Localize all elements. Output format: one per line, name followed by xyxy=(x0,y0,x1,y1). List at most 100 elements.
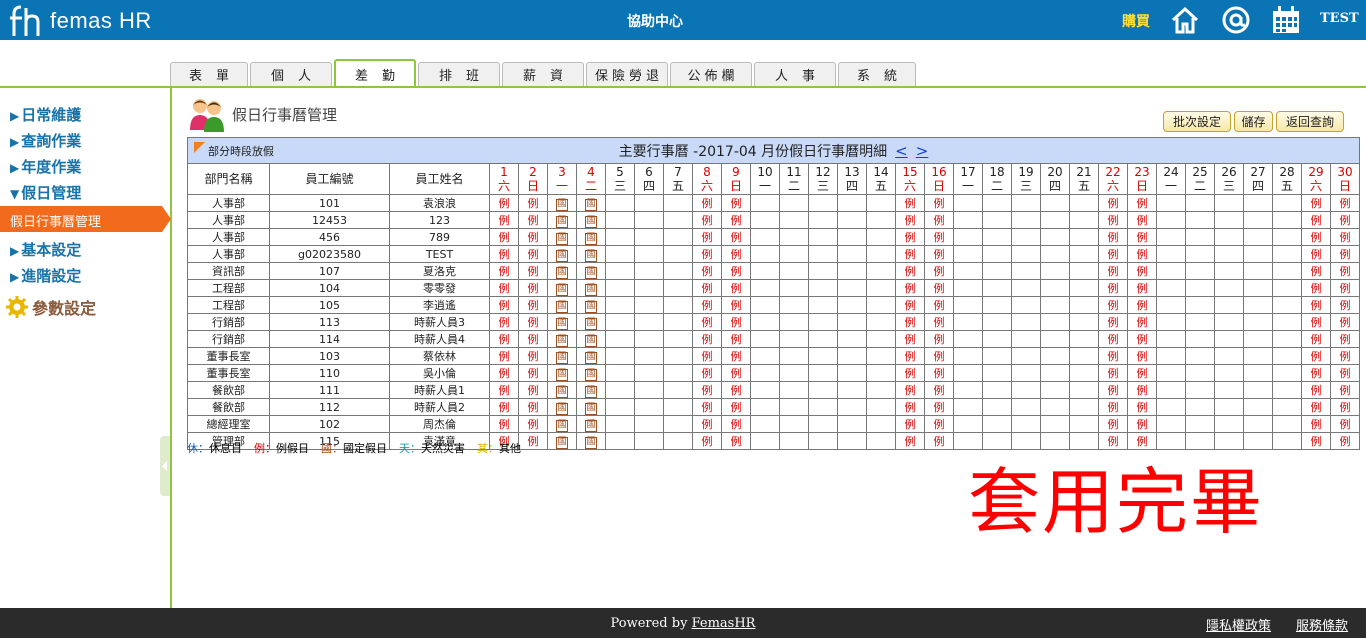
day-cell[interactable] xyxy=(808,279,838,297)
tab-personnel[interactable]: 人事 xyxy=(754,62,836,86)
day-cell[interactable] xyxy=(634,432,664,450)
day-cell[interactable]: 例 xyxy=(1127,398,1157,416)
day-cell[interactable] xyxy=(1185,245,1215,263)
day-cell[interactable] xyxy=(1272,262,1302,280)
day-cell[interactable]: 例 xyxy=(895,245,925,263)
day-cell[interactable]: 例 xyxy=(1330,347,1360,365)
day-cell[interactable]: 國 xyxy=(547,330,577,348)
day-cell[interactable]: 例 xyxy=(895,398,925,416)
day-cell[interactable] xyxy=(750,279,780,297)
day-cell[interactable] xyxy=(837,364,867,382)
day-cell[interactable]: 例 xyxy=(489,228,519,246)
day-cell[interactable]: 國 xyxy=(547,296,577,314)
day-cell[interactable]: 例 xyxy=(721,245,751,263)
day-cell[interactable]: 國 xyxy=(576,313,606,331)
day-cell[interactable] xyxy=(808,398,838,416)
day-cell[interactable] xyxy=(663,415,693,433)
day-cell[interactable]: 例 xyxy=(692,364,722,382)
day-cell[interactable]: 例 xyxy=(1127,194,1157,212)
day-cell[interactable]: 例 xyxy=(1127,330,1157,348)
day-cell[interactable] xyxy=(1011,228,1041,246)
day-cell[interactable] xyxy=(1243,347,1273,365)
day-cell[interactable] xyxy=(837,415,867,433)
day-cell[interactable] xyxy=(808,347,838,365)
day-cell[interactable] xyxy=(982,364,1012,382)
day-cell[interactable] xyxy=(1156,398,1186,416)
partial-holiday-label[interactable]: 部分時段放假 xyxy=(208,143,274,159)
day-cell[interactable] xyxy=(1272,279,1302,297)
day-cell[interactable] xyxy=(663,211,693,229)
day-cell[interactable]: 例 xyxy=(1301,296,1331,314)
day-cell[interactable] xyxy=(605,313,635,331)
day-cell[interactable]: 例 xyxy=(692,330,722,348)
day-cell[interactable]: 例 xyxy=(1330,432,1360,450)
day-cell[interactable] xyxy=(1069,211,1099,229)
day-cell[interactable]: 例 xyxy=(1098,245,1128,263)
day-cell[interactable] xyxy=(1156,415,1186,433)
day-cell[interactable] xyxy=(1185,296,1215,314)
day-cell[interactable] xyxy=(605,228,635,246)
day-cell[interactable] xyxy=(779,398,809,416)
day-cell[interactable]: 例 xyxy=(489,415,519,433)
day-cell[interactable] xyxy=(808,364,838,382)
day-cell[interactable] xyxy=(1214,347,1244,365)
tab-bulletin[interactable]: 公佈欄 xyxy=(670,62,752,86)
day-cell[interactable]: 國 xyxy=(547,364,577,382)
day-cell[interactable] xyxy=(634,364,664,382)
day-cell[interactable]: 例 xyxy=(721,228,751,246)
day-cell[interactable] xyxy=(1243,415,1273,433)
day-cell[interactable] xyxy=(866,279,896,297)
day-cell[interactable] xyxy=(982,415,1012,433)
day-cell[interactable]: 例 xyxy=(489,313,519,331)
day-cell[interactable]: 例 xyxy=(1330,211,1360,229)
day-cell[interactable]: 例 xyxy=(1098,296,1128,314)
day-cell[interactable]: 例 xyxy=(924,313,954,331)
day-cell[interactable]: 國 xyxy=(576,398,606,416)
day-cell[interactable]: 例 xyxy=(1301,398,1331,416)
day-cell[interactable] xyxy=(750,432,780,450)
save-button[interactable]: 儲存 xyxy=(1234,111,1273,132)
batch-settings-button[interactable]: 批次設定 xyxy=(1163,111,1231,132)
day-cell[interactable]: 例 xyxy=(924,211,954,229)
day-cell[interactable]: 例 xyxy=(895,415,925,433)
day-cell[interactable] xyxy=(808,313,838,331)
day-cell[interactable] xyxy=(1214,313,1244,331)
day-cell[interactable] xyxy=(1156,330,1186,348)
day-cell[interactable]: 國 xyxy=(547,415,577,433)
day-cell[interactable]: 例 xyxy=(1330,245,1360,263)
day-cell[interactable]: 國 xyxy=(576,330,606,348)
day-cell[interactable] xyxy=(1069,330,1099,348)
day-cell[interactable]: 例 xyxy=(1301,279,1331,297)
day-cell[interactable] xyxy=(634,347,664,365)
day-cell[interactable] xyxy=(837,347,867,365)
day-cell[interactable]: 國 xyxy=(547,432,577,450)
tab-personal[interactable]: 個人 xyxy=(250,62,332,86)
day-cell[interactable] xyxy=(953,194,983,212)
day-cell[interactable] xyxy=(866,347,896,365)
day-cell[interactable] xyxy=(750,415,780,433)
day-cell[interactable]: 例 xyxy=(518,398,548,416)
day-cell[interactable] xyxy=(1272,381,1302,399)
day-cell[interactable] xyxy=(1069,364,1099,382)
day-cell[interactable] xyxy=(1214,245,1244,263)
day-cell[interactable]: 例 xyxy=(721,347,751,365)
day-cell[interactable]: 國 xyxy=(576,432,606,450)
calendar-icon[interactable] xyxy=(1271,5,1301,35)
day-cell[interactable] xyxy=(1185,330,1215,348)
day-cell[interactable]: 例 xyxy=(518,415,548,433)
day-cell[interactable]: 例 xyxy=(1098,347,1128,365)
day-cell[interactable] xyxy=(750,313,780,331)
day-cell[interactable]: 例 xyxy=(1098,228,1128,246)
day-cell[interactable]: 例 xyxy=(1330,364,1360,382)
day-cell[interactable]: 例 xyxy=(1098,262,1128,280)
day-cell[interactable]: 例 xyxy=(1127,415,1157,433)
terms-of-service-link[interactable]: 服務條款 xyxy=(1296,615,1348,634)
day-cell[interactable] xyxy=(953,279,983,297)
privacy-policy-link[interactable]: 隱私權政策 xyxy=(1206,615,1271,634)
day-cell[interactable] xyxy=(779,262,809,280)
day-cell[interactable] xyxy=(837,194,867,212)
day-cell[interactable]: 例 xyxy=(924,262,954,280)
day-cell[interactable]: 例 xyxy=(895,330,925,348)
day-cell[interactable]: 例 xyxy=(895,381,925,399)
day-cell[interactable]: 例 xyxy=(1330,415,1360,433)
